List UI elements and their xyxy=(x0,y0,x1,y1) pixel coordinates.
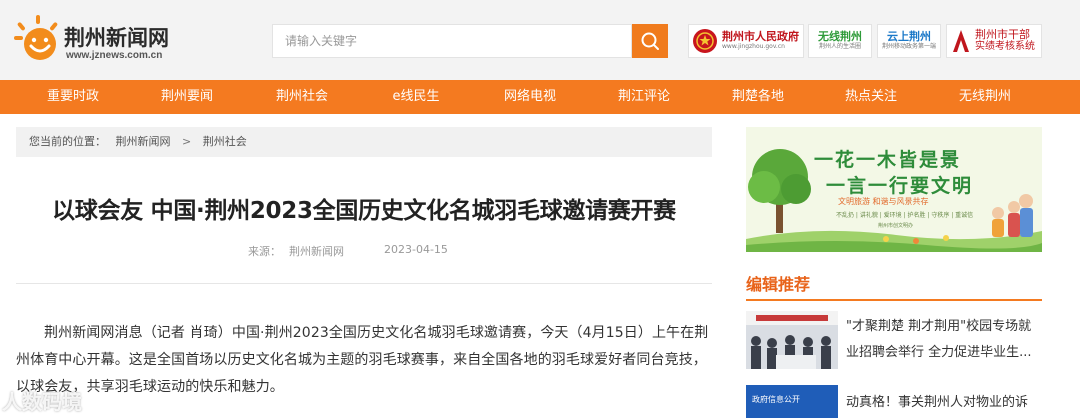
partner-name: 荆州市人民政府 xyxy=(722,30,799,43)
civilization-banner[interactable]: 一花一木皆是景 一言一行要文明 文明旅游 和谐与风景共存 不乱扔 | 讲礼貌 |… xyxy=(746,127,1042,252)
partner-sub: www.jingzhou.gov.cn xyxy=(722,43,785,50)
partner-name: 荆州市干部 xyxy=(975,28,1030,41)
partner-link-cadre-assessment[interactable]: 荆州市干部 实绩考核系统 xyxy=(946,24,1042,58)
recommend-item-1[interactable]: "才聚荆楚 荆才荆用"校园专场就业招聘会举行 全力促进毕业生... xyxy=(846,314,1042,366)
main-nav: 重要时政 荆州要闻 荆州社会 e线民生 网络电视 荆江评论 荆楚各地 热点关注 … xyxy=(0,80,1080,114)
logo-name: 荆州新闻网 xyxy=(64,26,169,50)
partner-name: 云上荆州 xyxy=(887,30,931,43)
nav-item-hot-topics[interactable]: 热点关注 xyxy=(814,80,928,114)
banner-line-5: 荆州市创文明办 xyxy=(878,223,914,229)
banner-line-3: 文明旅游 和谐与风景共存 xyxy=(838,197,929,206)
breadcrumb-separator: > xyxy=(182,135,192,148)
breadcrumb-item-society[interactable]: 荆州社会 xyxy=(203,135,247,148)
recommend-item-2[interactable]: 动真格！事关荆州人对物业的诉 xyxy=(846,390,1042,416)
article-source: 来源： 荆州新闻网 xyxy=(248,243,344,259)
editor-picks-underline xyxy=(746,299,1042,301)
search-button[interactable] xyxy=(632,24,668,58)
nav-item-wireless[interactable]: 无线荆州 xyxy=(928,80,1042,114)
nav-item-regions[interactable]: 荆楚各地 xyxy=(701,80,815,114)
nav-item-politics[interactable]: 重要时政 xyxy=(16,80,130,114)
logo-url: www.jznews.com.cn xyxy=(66,50,163,61)
partner-link-cloud-jingzhou[interactable]: 云上荆州 荆州移动政务第一端 xyxy=(877,24,941,58)
nav-item-livelihood[interactable]: e线民生 xyxy=(359,80,473,114)
assessment-logo-icon xyxy=(953,30,969,52)
breadcrumb-item-home[interactable]: 荆州新闻网 xyxy=(116,135,171,148)
banner-line-4: 不乱扔 | 讲礼貌 | 爱环境 | 护名胜 | 守秩序 | 重诚信 xyxy=(836,212,974,219)
article-paragraph: 荆州新闻网消息（记者 肖琦）中国·荆州2023全国历史文化名城羽毛球邀请赛，今天… xyxy=(16,325,709,395)
partner-link-city-government[interactable]: 荆州市人民政府 www.jingzhou.gov.cn xyxy=(688,24,804,58)
article-date: 2023-04-15 xyxy=(384,243,448,256)
nav-item-commentary[interactable]: 荆江评论 xyxy=(587,80,701,114)
watermark: 人数码境 xyxy=(2,390,82,414)
search-icon xyxy=(641,32,659,50)
nav-item-jingzhou-news[interactable]: 荆州要闻 xyxy=(130,80,244,114)
search-input[interactable] xyxy=(273,25,631,57)
source-label: 来源： xyxy=(248,245,281,258)
job-fair-photo xyxy=(746,311,838,369)
partner-name: 无线荆州 xyxy=(818,30,862,43)
partner-name-line2: 实绩考核系统 xyxy=(975,41,1035,52)
article-title: 以球会友 中国·荆州2023全国历史文化名城羽毛球邀请赛开赛 xyxy=(52,198,676,224)
smiley-sun-icon xyxy=(14,15,58,60)
breadcrumb: 您当前的位置： 荆州新闻网 > 荆州社会 xyxy=(16,127,712,157)
partner-link-wireless-jingzhou[interactable]: 无线荆州 荆州人的生活圈 xyxy=(808,24,872,58)
thumb-label: 政府信息公开 xyxy=(752,395,800,404)
recommend-thumbnail[interactable] xyxy=(746,311,838,369)
editor-picks-title: 编辑推荐 xyxy=(746,275,811,294)
site-logo[interactable]: 荆州新闻网 www.jznews.com.cn xyxy=(14,14,184,66)
search-box xyxy=(272,24,632,58)
recommend-thumbnail[interactable]: 政府信息公开 xyxy=(746,385,838,418)
banner-line-2: 一言一行要文明 xyxy=(826,175,974,197)
partner-sub: 荆州移动政务第一端 xyxy=(881,43,936,50)
partner-sub: 荆州人的生活圈 xyxy=(818,43,861,50)
national-emblem-icon xyxy=(693,29,717,53)
source-name: 荆州新闻网 xyxy=(289,245,344,258)
nav-item-society[interactable]: 荆州社会 xyxy=(245,80,359,114)
breadcrumb-prefix: 您当前的位置： xyxy=(29,135,106,148)
nav-item-web-tv[interactable]: 网络电视 xyxy=(473,80,587,114)
banner-line-1: 一花一木皆是景 xyxy=(814,149,962,171)
site-header: 荆州新闻网 www.jznews.com.cn 荆州市人民政府 www.jing… xyxy=(0,0,1080,80)
article-divider xyxy=(16,283,712,284)
